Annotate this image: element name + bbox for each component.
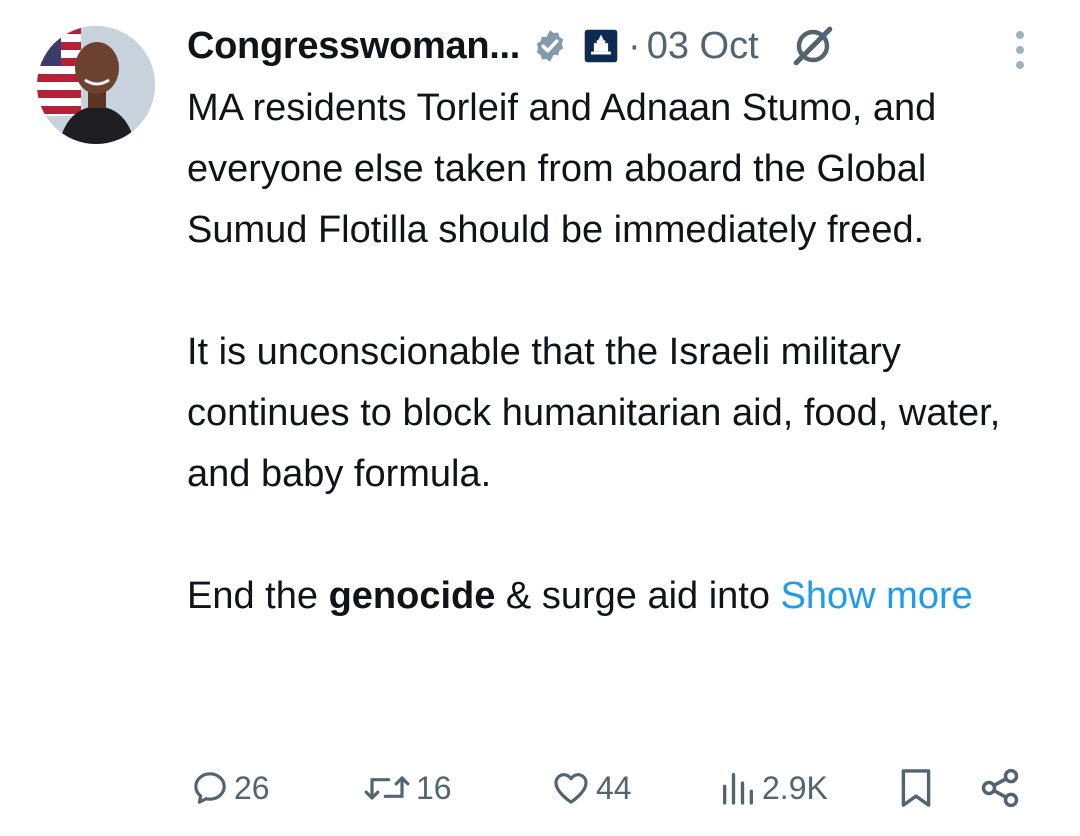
avatar[interactable] <box>37 26 155 144</box>
like-button[interactable]: 44 <box>550 758 632 818</box>
like-count: 44 <box>596 769 632 806</box>
bookmark-icon <box>901 769 931 807</box>
share-button[interactable] <box>978 758 1022 818</box>
tweet-bold-word: genocide <box>328 575 496 617</box>
views-button[interactable]: 2.9K <box>718 758 828 818</box>
reply-icon <box>194 772 226 804</box>
action-bar: 26 16 44 2.9K <box>0 758 1080 818</box>
heart-icon <box>554 773 588 804</box>
tweet-paragraph-3: End the genocide & surge aid into Show m… <box>187 566 1047 627</box>
grok-icon[interactable] <box>785 18 841 74</box>
meta-separator: · <box>628 24 641 67</box>
tweet-date[interactable]: 03 Oct <box>647 25 759 68</box>
tweet-paragraph-1: MA residents Torleif and Adnaan Stumo, a… <box>187 87 937 251</box>
tweet-header: Congresswoman... · 03 Oct <box>187 18 1047 74</box>
verified-badge-icon[interactable] <box>532 28 568 64</box>
repost-button[interactable]: 16 <box>362 758 452 818</box>
repost-count: 16 <box>416 769 452 806</box>
more-options-icon[interactable] <box>1006 26 1034 74</box>
share-icon <box>981 768 1019 808</box>
tweet-paragraph-3-start: End the <box>187 575 329 617</box>
reply-count: 26 <box>234 769 270 806</box>
views-count: 2.9K <box>762 769 828 806</box>
show-more-link[interactable]: Show more <box>781 575 973 617</box>
views-chart-icon <box>723 773 753 805</box>
government-affiliation-icon[interactable] <box>584 29 618 63</box>
tweet-text: MA residents Torleif and Adnaan Stumo, a… <box>187 78 1047 627</box>
author-name[interactable]: Congresswoman... <box>187 25 520 68</box>
repost-icon <box>364 776 410 800</box>
tweet-paragraph-2: It is unconscionable that the Israeli mi… <box>187 331 1001 495</box>
avatar-photo <box>37 26 155 144</box>
reply-button[interactable]: 26 <box>190 758 270 818</box>
bookmark-button[interactable] <box>898 758 934 818</box>
tweet-paragraph-3-end: & surge aid into <box>495 575 781 617</box>
